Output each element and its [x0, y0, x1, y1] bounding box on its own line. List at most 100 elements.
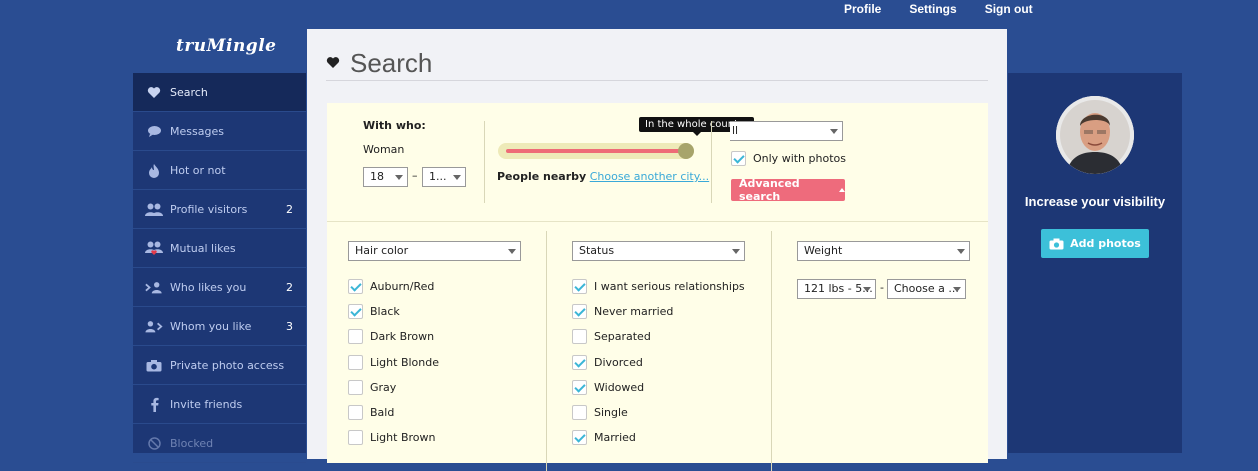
sidebar-item-blocked[interactable]: Blocked — [133, 424, 306, 463]
all-select[interactable]: ll — [730, 121, 843, 141]
chevron-down-icon — [395, 175, 403, 180]
page-title: Search — [326, 47, 988, 81]
add-photos-button[interactable]: Add photos — [1041, 229, 1149, 258]
settings-link[interactable]: Settings — [909, 2, 956, 16]
weight-select[interactable]: Weight — [797, 241, 970, 261]
option-checkbox[interactable] — [348, 304, 363, 320]
option-checkbox[interactable] — [572, 354, 587, 370]
camera-icon — [145, 358, 163, 372]
sidebar-item-label: Whom you like — [170, 319, 252, 333]
option-checkbox[interactable] — [348, 430, 363, 446]
option-checkbox[interactable] — [348, 279, 363, 294]
sidebar-item-private-photo-access[interactable]: Private photo access — [133, 346, 306, 385]
avatar[interactable] — [1056, 96, 1134, 174]
facebook-icon — [145, 397, 163, 412]
option-label: Auburn/Red — [370, 280, 435, 293]
sidebar-item-profile-visitors[interactable]: Profile visitors 2 — [133, 190, 306, 229]
search-basics: With who: Woman 18 – 1... In the whole c… — [327, 103, 988, 222]
with-who-value[interactable]: Woman — [363, 143, 404, 156]
slider-handle[interactable] — [678, 143, 694, 159]
slider-fill — [506, 149, 684, 153]
chevron-down-icon — [830, 129, 838, 134]
sidebar-item-messages[interactable]: Messages — [133, 112, 306, 151]
option-label: Single — [594, 406, 628, 419]
chevron-down-icon — [453, 175, 461, 180]
sidebar-item-label: Profile visitors — [170, 202, 248, 216]
sidebar-item-search[interactable]: Search — [133, 73, 306, 112]
option-label: Bald — [370, 406, 395, 419]
weight-min-select[interactable]: 121 lbs - 5... — [797, 279, 876, 299]
age-min-value: 18 — [370, 170, 384, 183]
hair-color-select[interactable]: Hair color — [348, 241, 521, 261]
option-checkbox[interactable] — [348, 354, 363, 370]
chevron-down-icon — [508, 249, 516, 254]
chevron-down-icon — [953, 287, 961, 292]
sidebar-item-who-likes-you[interactable]: Who likes you 2 — [133, 268, 306, 307]
location-row: People nearby Choose another city... — [497, 170, 709, 183]
search-panel: With who: Woman 18 – 1... In the whole c… — [327, 103, 988, 471]
sidebar-item-label: Search — [170, 85, 208, 99]
age-max-select[interactable]: 1... — [422, 167, 466, 187]
sidebar-item-label: Messages — [170, 124, 224, 138]
status-select[interactable]: Status — [572, 241, 745, 261]
people-icon — [145, 202, 163, 216]
weight-select-value: Weight — [804, 244, 843, 257]
option-checkbox[interactable] — [572, 304, 587, 320]
age-dash: – — [412, 169, 418, 182]
sidebar-item-mutual-likes[interactable]: Mutual likes — [133, 229, 306, 268]
divider — [711, 121, 712, 203]
sidebar-item-label: Private photo access — [170, 358, 285, 372]
option-checkbox[interactable] — [572, 405, 587, 420]
sidebar-item-invite-friends[interactable]: Invite friends — [133, 385, 306, 424]
add-photos-label: Add photos — [1070, 237, 1141, 250]
option-checkbox[interactable] — [348, 405, 363, 420]
logo[interactable]: truMingle — [176, 36, 276, 56]
option-checkbox[interactable] — [348, 379, 363, 395]
age-min-select[interactable]: 18 — [363, 167, 408, 187]
people-nearby-label: People nearby — [497, 170, 587, 183]
option-checkbox[interactable] — [572, 379, 587, 395]
status-select-value: Status — [579, 244, 615, 257]
speech-bubble-icon — [145, 124, 163, 138]
option-label: Widowed — [594, 380, 645, 394]
sidebar: Search Messages Hot or not Profile visit… — [133, 73, 306, 463]
option-label: Separated — [594, 330, 651, 344]
option-checkbox[interactable] — [572, 329, 587, 345]
top-nav: Profile Settings Sign out — [844, 2, 1061, 16]
all-select-value: ll — [732, 124, 739, 137]
weight-max-value: Choose a ... — [894, 282, 959, 295]
sidebar-item-whom-you-like[interactable]: Whom you like 3 — [133, 307, 306, 346]
sign-out-link[interactable]: Sign out — [985, 2, 1033, 16]
outgoing-person-icon — [145, 319, 163, 333]
option-checkbox[interactable] — [572, 430, 587, 446]
with-who-label: With who: — [363, 119, 426, 132]
advanced-search-button[interactable]: Advanced search — [731, 177, 845, 203]
divider — [546, 231, 547, 471]
option-label: Never married — [594, 305, 674, 319]
weight-max-select[interactable]: Choose a ... — [887, 279, 966, 299]
choose-city-link[interactable]: Choose another city... — [590, 170, 709, 183]
distance-slider[interactable] — [498, 143, 694, 159]
divider — [771, 231, 772, 471]
option-checkbox[interactable] — [348, 329, 363, 345]
hair-color-select-value: Hair color — [355, 244, 409, 257]
option-label: Married — [594, 431, 636, 445]
option-label: Dark Brown — [370, 330, 435, 344]
option-label: Black — [370, 305, 400, 319]
chevron-up-icon — [839, 188, 845, 192]
visitors-count: 2 — [286, 202, 293, 216]
option-label: Light Blonde — [370, 355, 440, 369]
sidebar-item-hot-or-not[interactable]: Hot or not — [133, 151, 306, 190]
sidebar-item-label: Mutual likes — [170, 241, 236, 255]
age-max-value: 1... — [429, 170, 447, 183]
option-label: Gray — [370, 380, 397, 394]
profile-link[interactable]: Profile — [844, 2, 881, 16]
only-photos-label: Only with photos — [753, 152, 846, 165]
only-photos-checkbox[interactable] — [731, 151, 746, 166]
option-checkbox[interactable] — [572, 279, 587, 294]
mutual-people-icon — [145, 241, 163, 255]
sidebar-item-label: Blocked — [170, 436, 214, 450]
weight-dash: - — [880, 281, 884, 294]
sidebar-item-label: Invite friends — [170, 397, 243, 411]
sidebar-item-label: Who likes you — [170, 280, 247, 294]
